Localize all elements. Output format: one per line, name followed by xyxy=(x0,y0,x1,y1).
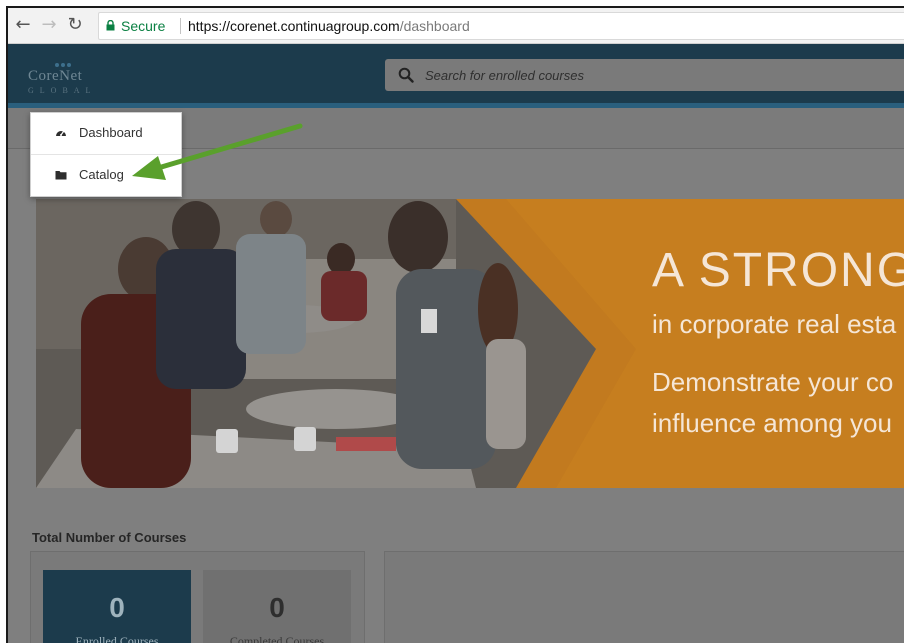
secondary-stats-panel xyxy=(384,551,904,643)
enrolled-courses-card[interactable]: 0 Enrolled Courses xyxy=(43,570,191,643)
hero-headline: A STRONG xyxy=(652,244,904,297)
hero-subheadline: in corporate real esta xyxy=(652,309,897,339)
menu-item-catalog[interactable]: Catalog xyxy=(31,155,181,196)
main-nav-dropdown: Dashboard Catalog xyxy=(30,112,182,197)
completed-label: Completed Courses xyxy=(229,634,325,643)
search-icon xyxy=(398,67,414,83)
menu-label-catalog: Catalog xyxy=(79,167,124,182)
lock-icon xyxy=(106,20,115,31)
course-stats-panel: 0 Enrolled Courses 0 Completed Courses xyxy=(30,551,365,643)
forward-arrow-icon[interactable]: → xyxy=(40,14,58,36)
url-text[interactable]: https://corenet.continuagroup.com/dashbo… xyxy=(188,13,470,39)
logo-wordmark: CoreNet xyxy=(28,68,83,84)
logo-subtitle: GLOBAL xyxy=(28,86,97,95)
menu-label-dashboard: Dashboard xyxy=(79,125,143,140)
folder-icon xyxy=(55,171,67,180)
completed-count: 0 xyxy=(269,592,285,623)
hero-banner[interactable]: A STRONG in corporate real esta Demonstr… xyxy=(36,199,904,488)
enrolled-label: Enrolled Courses xyxy=(75,634,159,643)
enrolled-count: 0 xyxy=(109,592,125,623)
reload-icon[interactable]: ↻ xyxy=(66,14,84,36)
address-separator xyxy=(180,18,181,34)
browser-toolbar: ← → ↻ Secure https://corenet.continuagro… xyxy=(8,8,904,44)
back-arrow-icon[interactable]: ← xyxy=(14,14,32,36)
url-host: https://corenet.continuagroup.com xyxy=(188,18,400,34)
completed-courses-card[interactable]: 0 Completed Courses xyxy=(203,570,351,643)
hero-tagline-line1: Demonstrate your co xyxy=(652,367,894,397)
course-search xyxy=(385,59,904,91)
menu-item-dashboard[interactable]: Dashboard xyxy=(31,113,181,155)
total-courses-title: Total Number of Courses xyxy=(32,530,187,545)
secure-label: Secure xyxy=(121,18,166,34)
address-bar[interactable]: Secure https://corenet.continuagroup.com… xyxy=(98,12,904,40)
app-header: CoreNet GLOBAL xyxy=(8,44,904,108)
dashboard-gauge-icon xyxy=(56,131,66,136)
corenet-logo[interactable]: CoreNet GLOBAL xyxy=(28,62,118,98)
screenshot-frame: ← → ↻ Secure https://corenet.continuagro… xyxy=(6,6,904,643)
search-input[interactable] xyxy=(425,59,895,91)
hero-tagline-line2: influence among you xyxy=(652,408,892,438)
url-path: /dashboard xyxy=(399,18,470,34)
